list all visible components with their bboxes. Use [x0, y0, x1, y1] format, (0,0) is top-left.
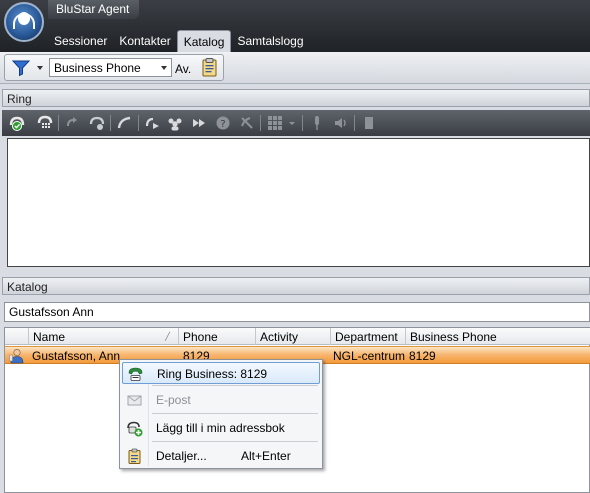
clipboard-button[interactable] [199, 57, 220, 78]
filter-toggle-label[interactable]: Av. [175, 62, 191, 76]
filter-dropdown-button[interactable] [7, 57, 47, 78]
directory-search-input[interactable]: Gustafsson Ann [4, 302, 590, 322]
menu-item-email[interactable]: E-post [122, 389, 320, 411]
menu-item-shortcut: Alt+Enter [241, 449, 291, 463]
svg-text:?: ? [220, 119, 225, 130]
note-icon[interactable] [360, 114, 378, 132]
tab-katalog[interactable]: Katalog [176, 30, 232, 52]
menu-item-details[interactable]: Detaljer... Alt+Enter [122, 445, 320, 467]
title-bar: BluStar Agent Sessioner Kontakter Katalo… [0, 0, 590, 52]
dialpad-call-icon[interactable] [36, 114, 54, 132]
phone-type-value: Business Phone [54, 61, 141, 75]
menu-item-label: Lägg till i min adressbok [156, 421, 285, 435]
keypad-icon[interactable] [266, 114, 284, 132]
tab-sessioner[interactable]: Sessioner [48, 30, 113, 52]
chevron-down-icon [37, 66, 43, 70]
email-icon [127, 395, 142, 406]
filter-icon [11, 60, 31, 77]
add-contact-icon [127, 421, 143, 437]
menu-separator [152, 441, 318, 442]
filter-group: Business Phone Av. [4, 54, 224, 81]
column-header-activity[interactable]: Activity [256, 328, 331, 345]
grid-header: Name ╱ Phone Activity Department Busines… [5, 328, 590, 345]
speaker-icon[interactable] [332, 114, 350, 132]
column-header-department[interactable]: Department [331, 328, 406, 345]
menu-item-ring-business[interactable]: Ring Business: 8129 [122, 362, 320, 384]
main-tabs: Sessioner Kontakter Katalog Samtalslogg [48, 30, 310, 52]
hangup-icon[interactable] [116, 114, 134, 132]
column-header-phone[interactable]: Phone [179, 328, 256, 345]
cell-business-phone: 8129 [409, 349, 436, 363]
column-header-business-phone[interactable]: Business Phone [406, 328, 590, 345]
menu-separator [152, 385, 318, 386]
tab-kontakter[interactable]: Kontakter [113, 30, 176, 52]
details-icon [128, 448, 141, 464]
ring-toolbar: ? [2, 110, 590, 136]
column-header-icon [5, 328, 29, 345]
help-icon[interactable]: ? [214, 114, 232, 132]
tab-samtalslogg[interactable]: Samtalslogg [231, 30, 309, 52]
chevron-down-icon [161, 66, 167, 70]
menu-separator [152, 413, 318, 414]
call-icon [128, 367, 143, 381]
katalog-panel-title: Katalog [2, 277, 590, 295]
forward-call-icon[interactable] [144, 114, 162, 132]
answer-call-icon[interactable] [8, 114, 26, 132]
context-menu: Ring Business: 8129 E-post Lägg till i m… [119, 359, 323, 469]
hold-call-icon[interactable] [88, 114, 106, 132]
clipboard-icon [202, 58, 217, 77]
menu-item-label: Ring Business: 8129 [157, 367, 268, 381]
sort-indicator-icon: ╱ [165, 332, 170, 341]
ring-panel-title: Ring [2, 89, 590, 107]
chevron-down-icon[interactable] [287, 114, 297, 132]
transfer-icon[interactable] [64, 114, 82, 132]
cell-department: NGL-centrum [333, 349, 406, 363]
app-logo-icon [4, 2, 44, 42]
ring-content-area [7, 138, 590, 267]
filter-toolbar: Business Phone Av. [0, 52, 590, 84]
app-title: BluStar Agent [48, 0, 140, 19]
phone-type-select[interactable]: Business Phone [49, 58, 172, 77]
mute-icon[interactable] [238, 114, 256, 132]
menu-item-label: E-post [156, 393, 191, 407]
microphone-icon[interactable] [308, 114, 326, 132]
cell-name: Gustafsson, Ann [32, 349, 121, 363]
conference-icon[interactable] [166, 114, 184, 132]
contact-person-icon [9, 348, 24, 364]
fast-forward-icon[interactable] [190, 114, 208, 132]
column-header-name[interactable]: Name ╱ [29, 328, 179, 345]
menu-item-label: Detaljer... [156, 449, 207, 463]
menu-item-add-to-addressbook[interactable]: Lägg till i min adressbok [122, 417, 320, 439]
